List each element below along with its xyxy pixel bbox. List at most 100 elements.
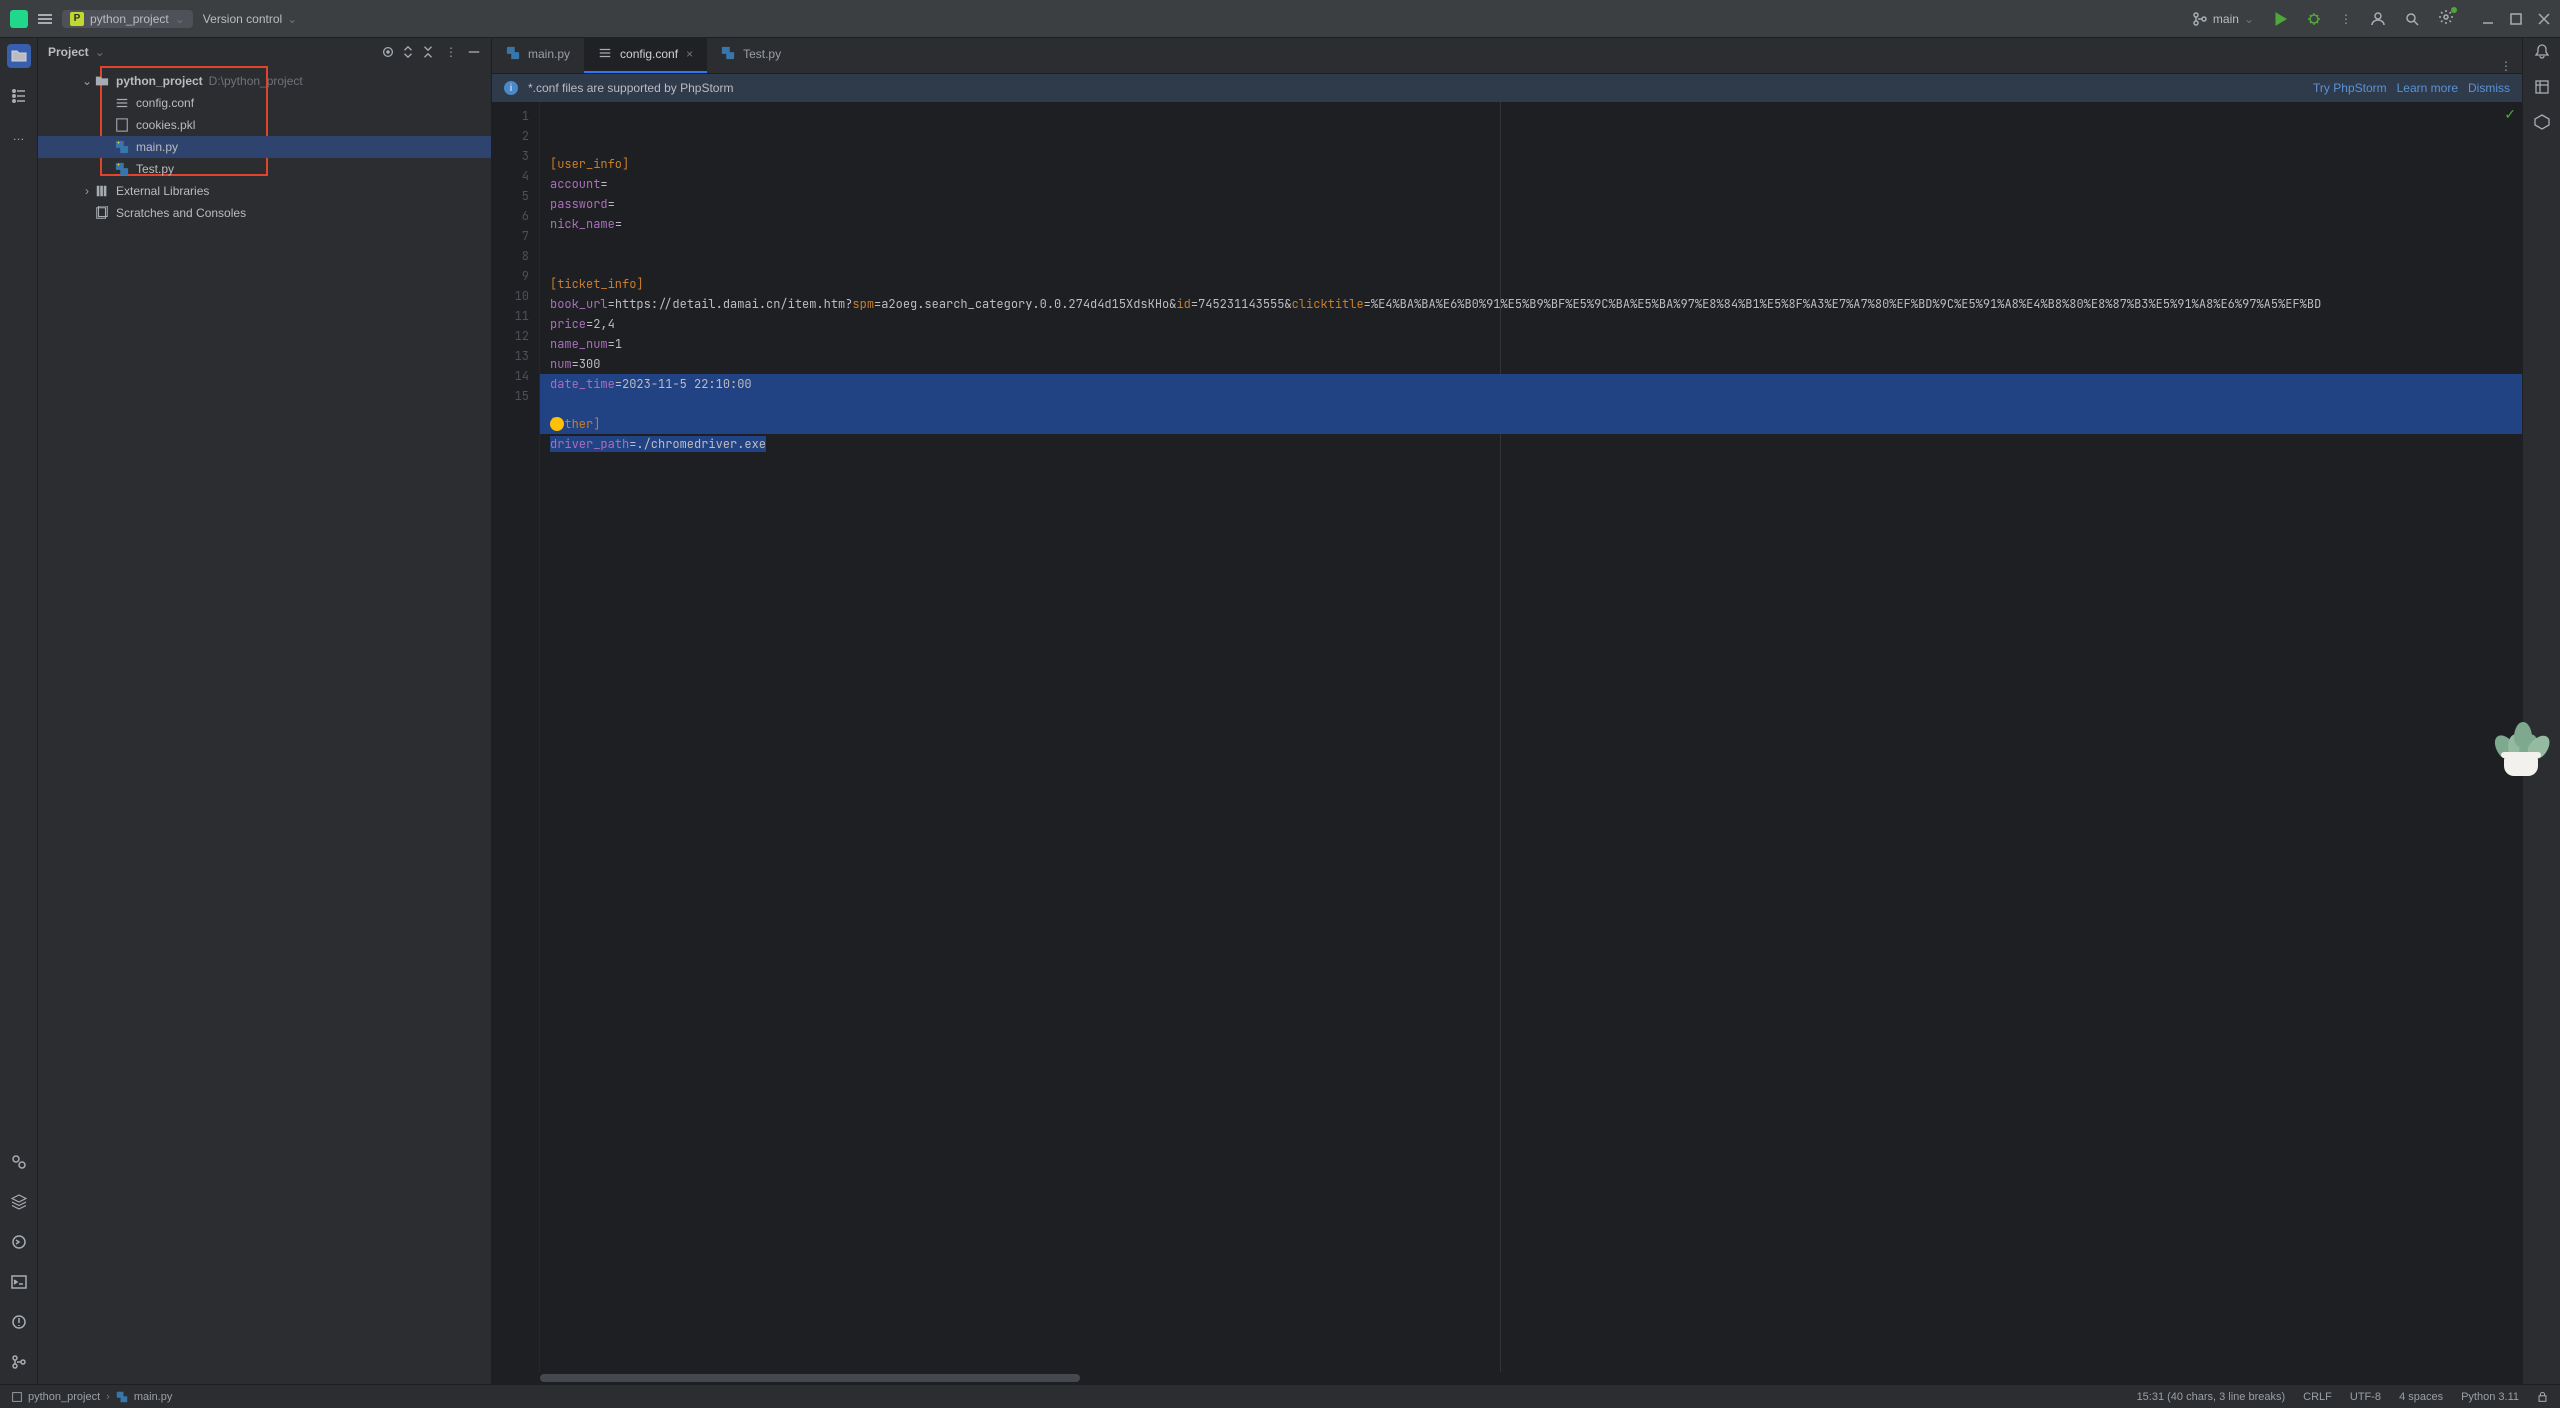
collapse-all-icon[interactable] bbox=[421, 45, 435, 59]
interpreter-widget[interactable]: Python 3.11 bbox=[2461, 1391, 2519, 1403]
project-name: python_project bbox=[90, 12, 169, 26]
python-file-icon bbox=[116, 1391, 128, 1403]
crumb[interactable]: python_project bbox=[28, 1391, 100, 1403]
editor-tab[interactable]: config.conf × bbox=[584, 37, 707, 73]
caret-position[interactable]: 15:31 (40 chars, 3 line breaks) bbox=[2137, 1391, 2286, 1403]
banner-text: *.conf files are supported by PhpStorm bbox=[528, 81, 733, 95]
debug-button[interactable] bbox=[2306, 11, 2322, 27]
tree-file-label: config.conf bbox=[136, 96, 194, 110]
git-branch-widget[interactable]: main ⌄ bbox=[2192, 11, 2254, 27]
project-tool-window: Project ⌄ ⋮ ⌄ python_project D:\python_p… bbox=[38, 38, 492, 1384]
database-button[interactable] bbox=[2534, 79, 2550, 98]
python-packages-button[interactable] bbox=[7, 1150, 31, 1174]
python-console-button[interactable] bbox=[7, 1230, 31, 1254]
run-button[interactable] bbox=[2272, 11, 2288, 27]
ai-assistant-button[interactable] bbox=[2534, 114, 2550, 133]
code-content[interactable]: [user_info]account=password=nick_name= [… bbox=[540, 102, 2522, 1372]
editor-tab[interactable]: Test.py bbox=[707, 37, 795, 73]
warning-icon bbox=[11, 1314, 27, 1330]
tab-label: Test.py bbox=[743, 47, 781, 61]
folder-icon bbox=[94, 73, 110, 89]
code-editor[interactable]: 123456789101112131415 [user_info]account… bbox=[492, 102, 2522, 1372]
hide-pane-icon[interactable] bbox=[467, 45, 481, 59]
close-button[interactable] bbox=[2538, 13, 2550, 25]
code-with-me-icon[interactable] bbox=[2370, 11, 2386, 27]
crumb[interactable]: main.py bbox=[134, 1391, 173, 1403]
horizontal-scrollbar[interactable] bbox=[492, 1372, 2522, 1384]
scrollbar-thumb[interactable] bbox=[540, 1374, 1080, 1382]
tree-file[interactable]: Test.py bbox=[38, 158, 491, 180]
python-file-icon bbox=[506, 46, 520, 63]
chevron-right-icon[interactable]: › bbox=[80, 184, 94, 198]
folder-icon bbox=[11, 48, 27, 64]
chevron-right-icon: › bbox=[106, 1391, 110, 1403]
indent-widget[interactable]: 4 spaces bbox=[2399, 1391, 2443, 1403]
left-tool-strip: … bbox=[0, 38, 38, 1384]
inspection-ok-icon[interactable]: ✓ bbox=[2504, 106, 2516, 123]
right-tool-strip bbox=[2522, 38, 2560, 1384]
project-pane-title: Project bbox=[48, 45, 89, 59]
line-number-gutter: 123456789101112131415 bbox=[492, 102, 540, 1372]
banner-action-try[interactable]: Try PhpStorm bbox=[2313, 81, 2387, 95]
tree-scratches[interactable]: Scratches and Consoles bbox=[38, 202, 491, 224]
structure-icon bbox=[11, 88, 27, 104]
navigation-bar[interactable]: python_project › main.py bbox=[12, 1391, 172, 1403]
tree-file[interactable]: config.conf bbox=[38, 92, 491, 114]
search-everywhere-icon[interactable] bbox=[2404, 11, 2420, 27]
project-icon: P bbox=[70, 12, 84, 26]
select-opened-file-icon[interactable] bbox=[381, 45, 395, 59]
intention-bulb-icon[interactable] bbox=[550, 417, 564, 431]
file-encoding[interactable]: UTF-8 bbox=[2350, 1391, 2381, 1403]
close-tab-icon[interactable]: × bbox=[686, 47, 693, 61]
tree-file-label: Test.py bbox=[136, 162, 174, 176]
editor-tab[interactable]: main.py bbox=[492, 37, 584, 73]
services-button[interactable] bbox=[7, 1190, 31, 1214]
library-icon bbox=[94, 183, 110, 199]
project-pane-header: Project ⌄ ⋮ bbox=[38, 38, 491, 66]
tree-file[interactable]: main.py bbox=[38, 136, 491, 158]
tree-root-path: D:\python_project bbox=[209, 74, 303, 88]
project-selector[interactable]: P python_project ⌄ bbox=[62, 10, 193, 28]
project-tree[interactable]: ⌄ python_project D:\python_project confi… bbox=[38, 66, 491, 1384]
tab-label: config.conf bbox=[620, 47, 678, 61]
chevron-down-icon[interactable]: ⌄ bbox=[80, 74, 94, 88]
chevron-down-icon[interactable]: ⌄ bbox=[95, 45, 105, 59]
git-tool-button[interactable] bbox=[7, 1350, 31, 1374]
tab-options-icon[interactable]: ⋮ bbox=[2490, 59, 2522, 73]
editor-zone: main.py config.conf × Test.py ⋮ i *.conf… bbox=[492, 38, 2522, 1384]
pycharm-logo-icon bbox=[10, 10, 28, 28]
tree-external-libs[interactable]: › External Libraries bbox=[38, 180, 491, 202]
banner-action-dismiss[interactable]: Dismiss bbox=[2468, 81, 2510, 95]
python-file-icon bbox=[721, 46, 735, 63]
maximize-button[interactable] bbox=[2510, 13, 2522, 25]
tree-root[interactable]: ⌄ python_project D:\python_project bbox=[38, 70, 491, 92]
run-more-icon[interactable]: ⋮ bbox=[2340, 12, 2352, 26]
banner-action-learn[interactable]: Learn more bbox=[2397, 81, 2458, 95]
tree-root-name: python_project bbox=[116, 74, 203, 88]
problems-button[interactable] bbox=[7, 1310, 31, 1334]
structure-tool-button[interactable] bbox=[7, 84, 31, 108]
notifications-button[interactable] bbox=[2534, 44, 2550, 63]
main-menu-button[interactable] bbox=[38, 14, 52, 24]
settings-button[interactable] bbox=[2438, 9, 2454, 28]
terminal-button[interactable] bbox=[7, 1270, 31, 1294]
module-icon bbox=[12, 1392, 22, 1402]
branch-name: main bbox=[2213, 12, 2239, 26]
expand-all-icon[interactable] bbox=[401, 45, 415, 59]
project-tool-button[interactable] bbox=[7, 44, 31, 68]
vcs-menu[interactable]: Version control ⌄ bbox=[203, 12, 297, 26]
editor-tab-strip: main.py config.conf × Test.py ⋮ bbox=[492, 38, 2522, 74]
ai-icon bbox=[2534, 114, 2550, 130]
pane-options-icon[interactable]: ⋮ bbox=[441, 45, 461, 59]
conf-file-icon bbox=[114, 95, 130, 111]
readonly-lock-icon[interactable] bbox=[2537, 1391, 2548, 1402]
minimize-button[interactable] bbox=[2482, 13, 2494, 25]
console-icon bbox=[11, 1234, 27, 1250]
editor-notification-banner: i *.conf files are supported by PhpStorm… bbox=[492, 74, 2522, 102]
line-separator[interactable]: CRLF bbox=[2303, 1391, 2332, 1403]
tree-file[interactable]: cookies.pkl bbox=[38, 114, 491, 136]
tab-label: main.py bbox=[528, 47, 570, 61]
more-tools-button[interactable]: … bbox=[7, 124, 31, 148]
ellipsis-icon: … bbox=[13, 129, 25, 143]
packages-icon bbox=[11, 1154, 27, 1170]
